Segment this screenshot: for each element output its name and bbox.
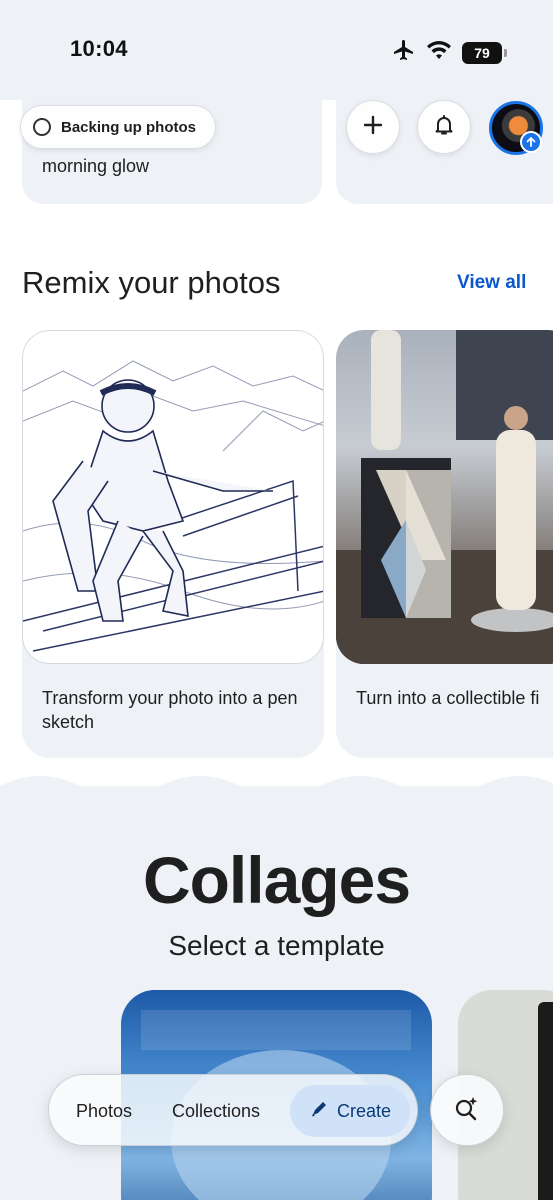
remix-card-caption: Transform your photo into a pen sketch — [42, 688, 298, 732]
search-sparkle-icon — [453, 1094, 481, 1127]
pen-sketch-image — [22, 330, 324, 664]
backup-chip-label: Backing up photos — [61, 118, 196, 136]
status-icons: 79 — [392, 38, 507, 67]
upload-arrow-icon — [520, 131, 542, 153]
circle-icon — [33, 118, 51, 136]
notifications-button[interactable] — [417, 100, 471, 154]
plus-icon — [362, 114, 384, 141]
wave-divider — [0, 776, 553, 796]
template-preview — [538, 1002, 553, 1200]
nav-create[interactable]: Create — [290, 1085, 410, 1137]
wifi-icon — [426, 39, 452, 66]
view-all-link[interactable]: View all — [457, 272, 526, 294]
collages-subtitle: Select a template — [168, 930, 385, 961]
pen-icon — [309, 1099, 329, 1124]
battery-icon: 79 — [462, 41, 502, 64]
nav-collections[interactable]: Collections — [172, 1075, 260, 1147]
remix-card-caption: Turn into a collectible fi — [356, 688, 540, 708]
backup-status-chip[interactable]: Backing up photos — [20, 105, 216, 149]
battery-cap — [504, 48, 507, 57]
airplane-icon — [392, 38, 416, 67]
collages-title: Collages — [142, 843, 411, 917]
nav-create-label: Create — [336, 1100, 392, 1121]
bottom-nav: Photos Collections Create — [48, 1074, 418, 1146]
add-button[interactable] — [346, 100, 400, 154]
search-button[interactable] — [430, 1074, 504, 1146]
nav-photos[interactable]: Photos — [76, 1075, 132, 1147]
bell-icon — [432, 113, 456, 142]
collectible-figure-image — [336, 330, 553, 664]
remix-card-collectible[interactable]: Turn into a collectible fi — [336, 330, 553, 758]
status-time: 10:04 — [70, 36, 128, 61]
remix-section-title: Remix your photos — [22, 265, 281, 300]
remix-card-pen-sketch[interactable]: Transform your photo into a pen sketch — [22, 330, 324, 758]
previous-card-caption: morning glow — [42, 156, 150, 176]
